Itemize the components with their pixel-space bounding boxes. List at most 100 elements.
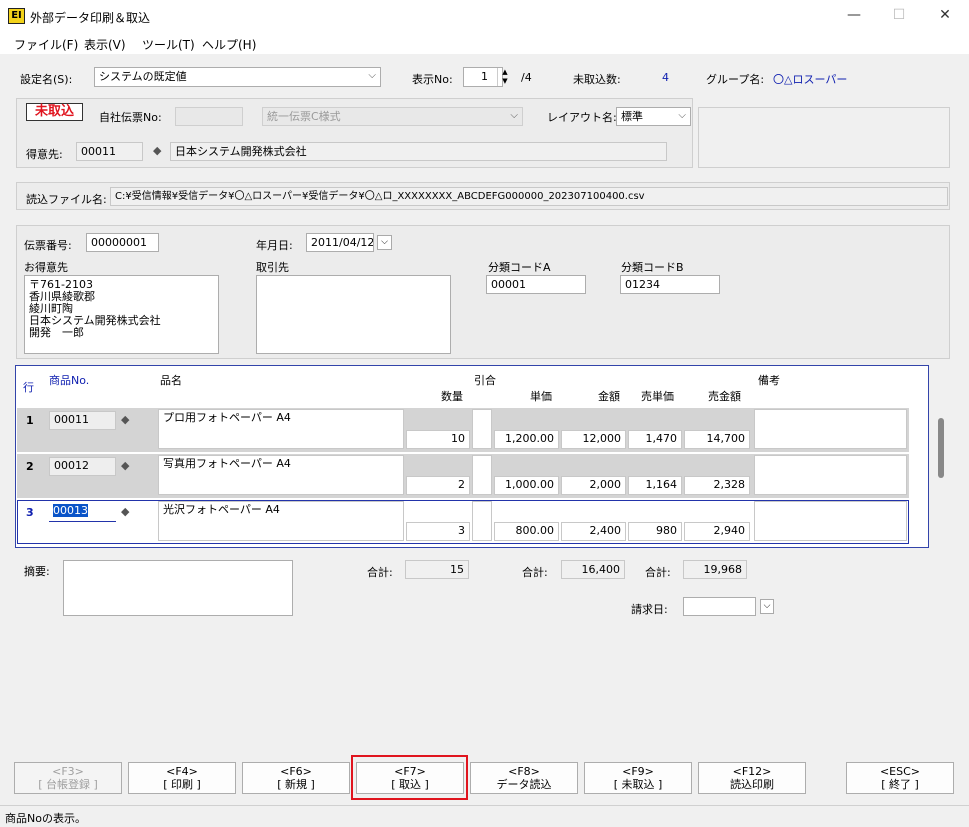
display-value: 1 [481,70,488,83]
item-code-field[interactable]: 00013 [49,503,116,522]
sale-amount-field[interactable]: 2,940 [684,522,750,541]
total-sale-label: 合計: [645,566,671,579]
amount-field[interactable]: 2,000 [561,476,626,495]
billing-date-label: 請求日: [631,603,668,616]
unimported-label: 未取込数: [573,73,621,86]
f9-unimported-button[interactable]: <F9>[ 未取込 ] [584,762,692,794]
item-name-field[interactable]: 写真用フォトペーパー A4 [158,455,404,495]
window-title: 外部データ印刷＆取込 [30,11,151,25]
unit-price-field[interactable]: 1,000.00 [494,476,559,495]
date-label: 年月日: [256,239,293,252]
note-field[interactable] [754,409,907,449]
note-field[interactable] [754,455,907,495]
total-sale-field: 19,968 [683,560,747,579]
item-name-field[interactable]: プロ用フォトペーパー A4 [158,409,404,449]
table-row-selected[interactable]: 3 00013 ◆ 光沢フォトペーパー A4 3 800.00 2,400 98… [17,500,909,544]
item-code-field[interactable]: 00011 [49,411,116,430]
note-field[interactable] [754,501,907,541]
fkey-label: <F4> [166,765,198,778]
memo-label: 摘要: [24,565,50,578]
qty-field[interactable]: 10 [406,430,470,449]
spinner-arrows-icon[interactable]: ▲ ▼ [497,68,512,86]
diamond-icon[interactable]: ◆ [121,459,129,472]
diamond-icon[interactable]: ◆ [153,144,161,157]
sale-amount-field[interactable]: 14,700 [684,430,750,449]
layout-select[interactable]: 標準 ⌵ [616,107,691,126]
f4-print-button[interactable]: <F4>[ 印刷 ] [128,762,236,794]
qty-field[interactable]: 3 [406,522,470,541]
chevron-down-icon: ⌵ [510,110,518,121]
voucher-field[interactable] [175,107,243,126]
supplier-box[interactable] [256,275,451,354]
amount-field[interactable]: 2,400 [561,522,626,541]
display-total: /4 [521,71,532,84]
sale-unit-field[interactable]: 980 [628,522,682,541]
menu-help[interactable]: ヘルプ(H) [202,36,256,53]
sale-unit-field[interactable]: 1,470 [628,430,682,449]
col-hikiai: 引合 [474,374,496,387]
customer-code-field[interactable]: 00011 [76,142,143,161]
codeA-field[interactable]: 00001 [486,275,586,294]
status-bar: 商品Noの表示。 [0,805,969,827]
esc-exit-button[interactable]: <ESC>[ 終了 ] [846,762,954,794]
f12-read-print-button[interactable]: <F12> 読込印刷 [698,762,806,794]
sale-unit-field[interactable]: 1,164 [628,476,682,495]
f8-read-data-button[interactable]: <F8> データ読込 [470,762,578,794]
row-number: 2 [26,460,34,473]
fkey-text: データ読込 [496,778,552,791]
maximize-button[interactable]: ☐ [876,0,922,32]
diamond-icon[interactable]: ◆ [121,413,129,426]
slip-label: 伝票番号: [24,239,72,252]
slip-number-field[interactable]: 00000001 [86,233,159,252]
item-code-field[interactable]: 00012 [49,457,116,476]
date-field[interactable]: 2011/04/12 [306,233,374,252]
table-row[interactable]: 2 00012 ◆ 写真用フォトペーパー A4 2 1,000.00 2,000… [17,454,909,498]
form-select[interactable]: 統一伝票C様式 ⌵ [262,107,523,126]
billing-date-field[interactable] [683,597,756,616]
unit-price-field[interactable]: 1,200.00 [494,430,559,449]
customer-address-label: お得意先 [24,261,68,274]
info-panel [698,107,950,168]
chevron-down-icon: ⌵ [678,110,686,121]
scrollbar-thumb[interactable] [938,418,944,478]
codeB-field[interactable]: 01234 [620,275,720,294]
fkey-label: <ESC> [879,765,921,778]
f6-new-button[interactable]: <F6>[ 新規 ] [242,762,350,794]
codeA-label: 分類コードA [488,261,551,274]
supplier-label: 取引先 [256,261,289,274]
address-line: 開発 一郎 [29,326,84,339]
sale-amount-field[interactable]: 2,328 [684,476,750,495]
unit-price-field[interactable]: 800.00 [494,522,559,541]
item-grid: 行 商品No. 品名 引合 数量 単価 金額 売単価 売金額 備考 1 0001… [15,365,929,548]
amount-field[interactable]: 12,000 [561,430,626,449]
setting-select[interactable]: システムの既定値 ⌵ [94,67,381,87]
table-row[interactable]: 1 00011 ◆ プロ用フォトペーパー A4 10 1,200.00 12,0… [17,408,909,452]
diamond-icon[interactable]: ◆ [121,505,129,518]
file-path-field: C:¥受信情報¥受信データ¥〇△ロスーパー¥受信データ¥〇△ロ_XXXXXXXX… [110,187,948,206]
group-label: グループ名: [706,73,765,86]
chevron-down-icon[interactable]: ⌵ [760,599,774,614]
col-note: 備考 [758,374,780,387]
chevron-down-icon[interactable]: ⌵ [377,235,392,250]
group-value: 〇△ロスーパー [773,73,848,86]
item-name-field[interactable]: 光沢フォトペーパー A4 [158,501,404,541]
f3-register-button[interactable]: <F3>[ 台帳登録 ] [14,762,122,794]
minimize-button[interactable]: — [831,0,877,32]
hikiai-field[interactable] [472,409,492,449]
fkey-text: [ 未取込 ] [613,778,663,791]
menu-file[interactable]: ファイル(F) [14,36,78,53]
customer-address-box[interactable]: 〒761-2103 香川県綾歌郡 綾川町陶 日本システム開発株式会社 開発 一郎 [24,275,219,354]
status-text: 商品Noの表示。 [5,812,86,825]
col-name: 品名 [160,374,182,387]
hikiai-field[interactable] [472,501,492,541]
qty-field[interactable]: 2 [406,476,470,495]
menu-tools[interactable]: ツール(T) [142,36,195,53]
setting-value: システムの既定値 [99,70,187,83]
close-button[interactable]: ✕ [922,0,968,32]
customer-label: 得意先: [26,148,63,161]
menu-bar: ファイル(F) 表示(V) ツール(T) ヘルプ(H) [0,32,969,54]
menu-view[interactable]: 表示(V) [84,36,126,53]
fkey-text: [ 台帳登録 ] [38,778,98,791]
memo-box[interactable] [63,560,293,616]
hikiai-field[interactable] [472,455,492,495]
